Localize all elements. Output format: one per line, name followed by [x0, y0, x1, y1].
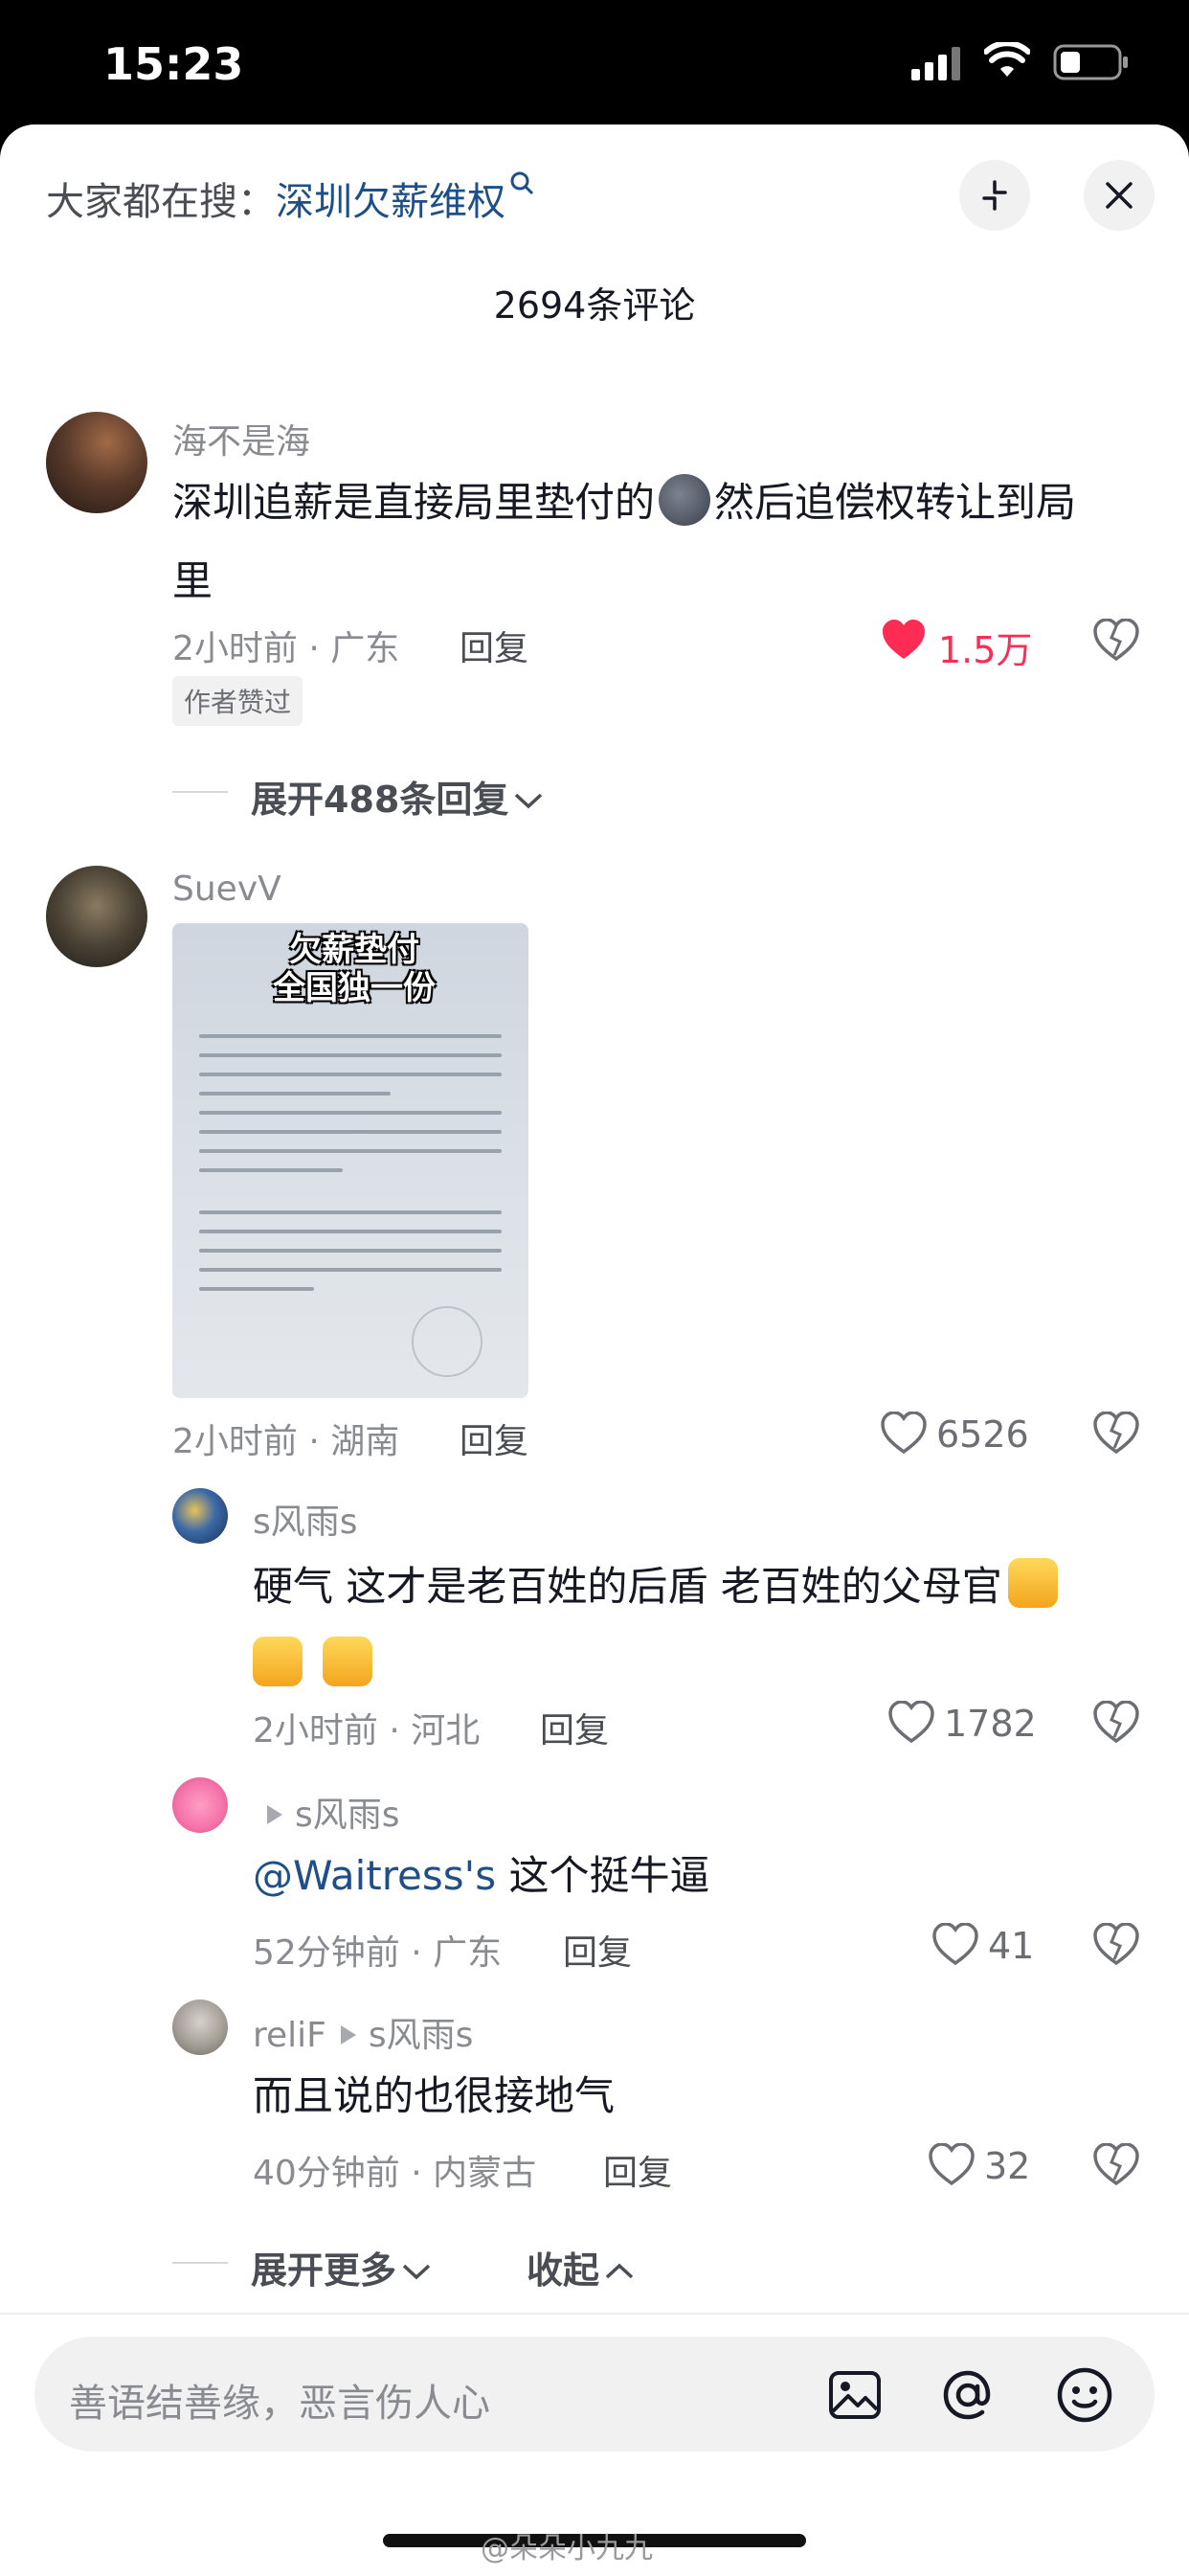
hot-search-keyword[interactable]: 深圳欠薪维权 [276, 180, 505, 224]
moon-emoji-icon [659, 474, 711, 526]
reply-text: 硬气 这才是老百姓的后盾 老百姓的父母官 [253, 1548, 1133, 1705]
emoji-icon[interactable] [1055, 2365, 1114, 2425]
signal-icon [911, 47, 960, 80]
comment-image[interactable]: 欠薪垫付 全国独一份 [172, 923, 528, 1398]
comment-meta: 2小时前 · 湖南 [172, 1422, 400, 1461]
hot-search-prefix: 大家都在搜： [46, 180, 276, 224]
avatar[interactable] [172, 2000, 228, 2055]
reply-text: @Waitress's 这个挺牛逼 [253, 1852, 710, 1899]
avatar[interactable] [172, 1488, 228, 1544]
reply-meta: 40分钟前 · 内蒙古 [253, 2154, 537, 2193]
watermark: @朵朵小九九 [481, 2532, 653, 2565]
image-icon[interactable] [827, 2367, 883, 2423]
reply-button[interactable]: 回复 [460, 1413, 528, 1463]
avatar[interactable] [46, 412, 147, 513]
expand-divider [172, 791, 228, 793]
comment-username[interactable]: SuevV [172, 870, 281, 909]
thumbs-up-emoji-icon [253, 1637, 303, 1686]
expand-replies-button[interactable]: 展开488条回复 [251, 770, 545, 823]
heart-icon[interactable] [932, 1923, 978, 1965]
reply-text: 而且说的也很接地气 [253, 2072, 616, 2119]
at-icon[interactable] [938, 2365, 998, 2425]
heart-icon[interactable] [888, 1701, 934, 1743]
reply-username[interactable]: s风雨s [253, 1494, 358, 1544]
thumbs-up-emoji-icon [323, 1637, 373, 1686]
heart-icon[interactable] [881, 619, 927, 661]
dislike-icon[interactable] [1093, 2143, 1139, 2185]
search-icon [510, 171, 534, 195]
thumbs-up-emoji-icon [1007, 1558, 1058, 1608]
close-button[interactable] [1084, 160, 1155, 231]
comment-input-placeholder: 善语结善缘，恶言伤人心 [69, 2382, 490, 2426]
heart-icon[interactable] [881, 1412, 927, 1454]
chevron-down-icon [515, 793, 543, 809]
chevron-up-icon [605, 2263, 634, 2279]
close-icon [1106, 182, 1133, 209]
comment-username[interactable]: 海不是海 [172, 414, 310, 463]
reply-meta: 2小时前 · 河北 [253, 1711, 481, 1751]
dislike-icon[interactable] [1093, 1701, 1139, 1743]
collapse-button[interactable] [959, 160, 1030, 231]
expand-divider [172, 2262, 228, 2264]
reply-username-line: reliF s风雨s [253, 2007, 473, 2057]
reply-button[interactable]: 回复 [563, 1925, 632, 1975]
expand-more-button[interactable]: 展开更多 [251, 2241, 433, 2294]
like-count: 6526 [936, 1413, 1029, 1456]
dislike-icon[interactable] [1093, 1923, 1139, 1965]
hot-search-line[interactable]: 大家都在搜：深圳欠薪维权 [46, 170, 536, 226]
reply-arrow-icon [267, 1805, 282, 1824]
like-count: 41 [988, 1925, 1035, 1967]
wifi-icon [984, 42, 1030, 77]
reply-button[interactable]: 回复 [540, 1703, 609, 1752]
reply-button[interactable]: 回复 [460, 621, 528, 670]
like-count: 1782 [944, 1703, 1037, 1745]
heart-icon[interactable] [929, 2143, 975, 2185]
reply-meta: 52分钟前 · 广东 [253, 1933, 503, 1973]
reply-target[interactable]: s风雨s [369, 2016, 474, 2055]
dislike-icon[interactable] [1093, 619, 1139, 661]
battery-icon [1053, 44, 1128, 80]
image-caption: 全国独一份 [273, 969, 436, 1007]
avatar[interactable] [46, 866, 147, 967]
author-liked-tag: 作者赞过 [172, 676, 303, 726]
comment-meta: 2小时前 · 广东 [172, 629, 400, 668]
document-seal [412, 1306, 482, 1377]
dislike-icon[interactable] [1093, 1412, 1139, 1454]
avatar[interactable] [172, 1777, 228, 1833]
reply-target: s风雨s [264, 1787, 400, 1837]
document-text-lines [172, 1019, 528, 1306]
like-count: 32 [984, 2145, 1031, 2187]
collapse-icon [982, 180, 1007, 211]
comment-text: 深圳追薪是直接局里垫付的 然后追偿权转让到局里 [172, 463, 1139, 621]
like-count: 1.5万 [938, 629, 1033, 671]
status-time: 15:23 [103, 38, 244, 90]
image-caption: 欠薪垫付 [289, 931, 419, 969]
reply-button[interactable]: 回复 [603, 2145, 672, 2195]
chevron-down-icon [402, 2264, 431, 2280]
reply-arrow-icon [340, 2025, 356, 2045]
collapse-replies-button[interactable]: 收起 [527, 2241, 636, 2294]
reply-username[interactable]: reliF [253, 2016, 326, 2055]
mention-link[interactable]: @Waitress's [253, 1852, 496, 1899]
comment-count: 2694条评论 [493, 284, 696, 327]
